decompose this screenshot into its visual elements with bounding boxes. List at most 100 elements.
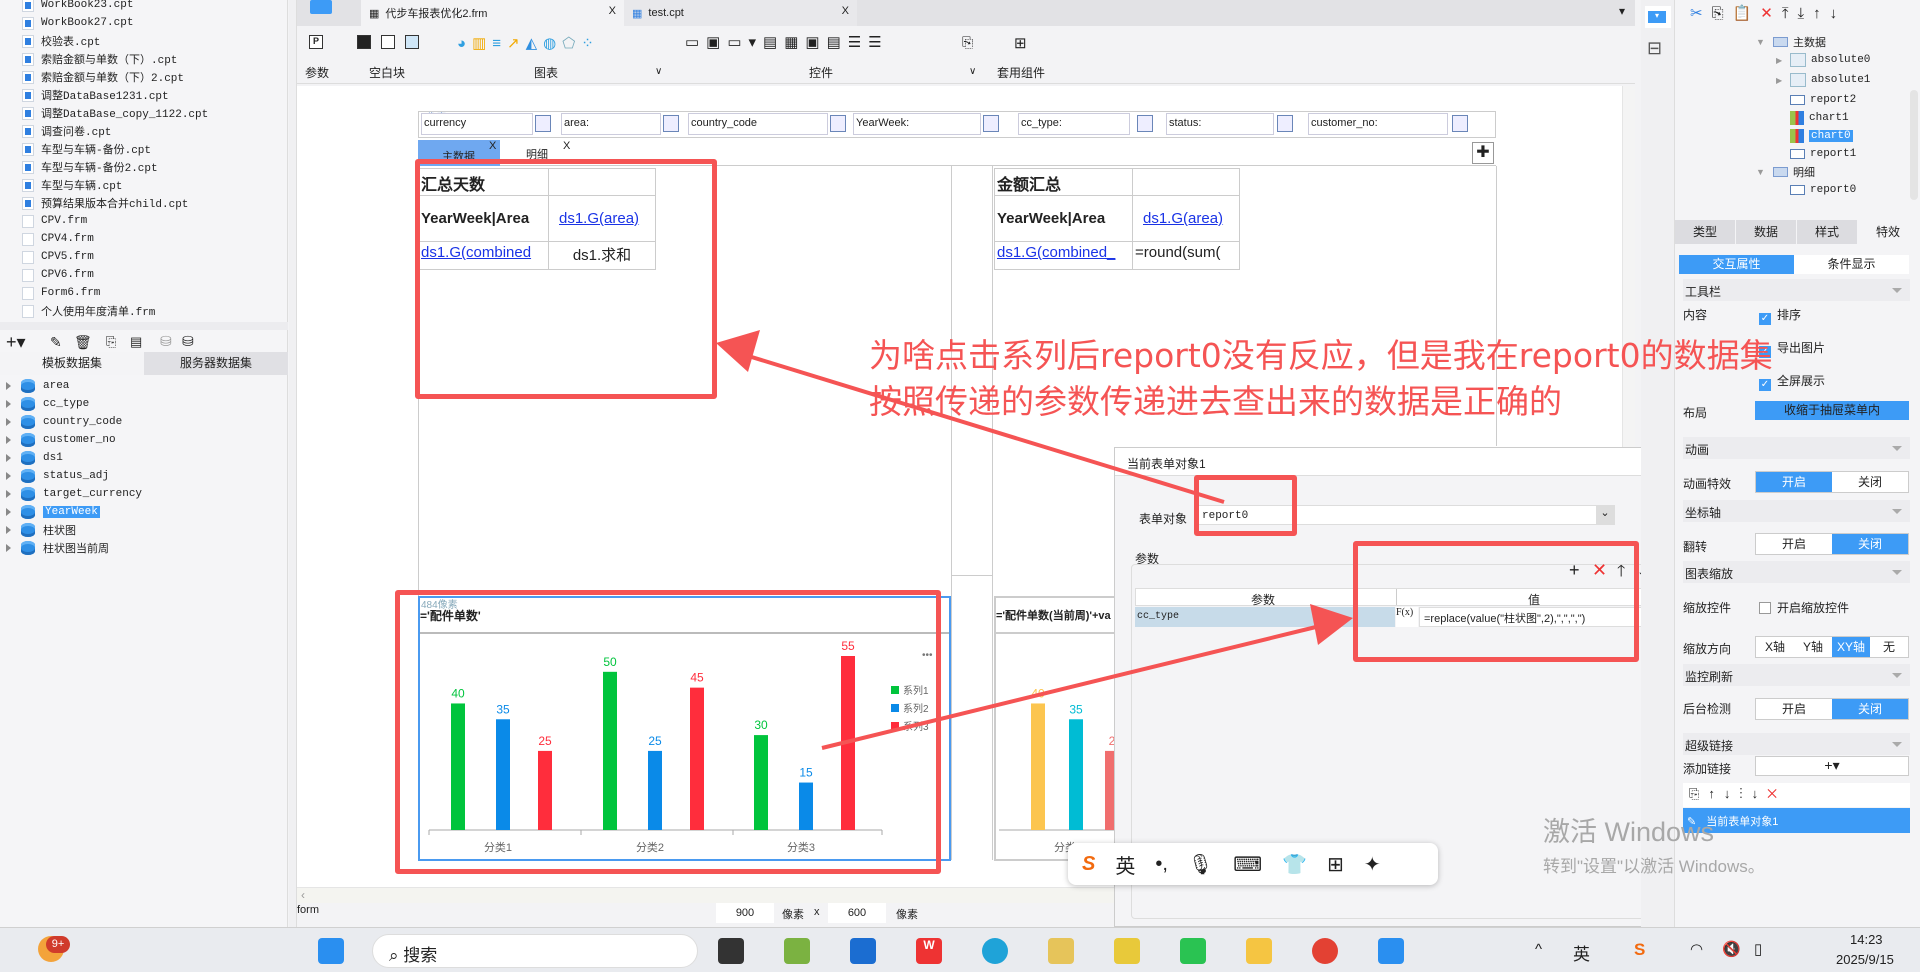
tab-menu-icon[interactable]: ▾: [1619, 4, 1625, 18]
blank-block-icon[interactable]: [357, 35, 371, 49]
param-label-yearweek[interactable]: YearWeek:: [853, 113, 981, 135]
height-input[interactable]: 600: [828, 903, 886, 923]
file-item[interactable]: CPV4.frm: [22, 230, 94, 248]
tab-block-icon[interactable]: [405, 35, 419, 49]
delete-icon[interactable]: ✕: [1767, 786, 1786, 801]
param-label-customer[interactable]: customer_no:: [1308, 113, 1448, 135]
flip-toggle[interactable]: 开启 关闭: [1755, 533, 1909, 555]
file-item[interactable]: CPV.frm: [22, 212, 87, 230]
combo-icon[interactable]: [1452, 115, 1468, 132]
finereport-icon[interactable]: [1378, 938, 1404, 964]
expand-icon[interactable]: [6, 436, 11, 444]
expand-icon[interactable]: [6, 508, 11, 516]
report2-title-cell[interactable]: 金额汇总: [994, 168, 1133, 196]
bar-chart-icon[interactable]: ▥: [472, 35, 492, 52]
radar-chart-icon[interactable]: ⬠: [562, 35, 581, 52]
move-bottom-icon[interactable]: ⁝↓: [1739, 786, 1767, 801]
dataset-item[interactable]: status_adj: [6, 467, 109, 485]
move-down-icon[interactable]: ↓: [1830, 5, 1847, 22]
punctuation-icon[interactable]: •,: [1155, 853, 1168, 876]
section-animation[interactable]: 动画: [1683, 437, 1910, 459]
file-item[interactable]: 车型与车辆-备份2.cpt: [22, 158, 158, 176]
prop-tab[interactable]: 类型: [1675, 220, 1735, 244]
ime-lang-toggle[interactable]: 英: [1115, 850, 1135, 879]
wechat-icon[interactable]: [1180, 938, 1206, 964]
tree-node[interactable]: absolute0: [1790, 52, 1870, 68]
file-item[interactable]: 索赔金额与单数（下）2.cpt: [22, 68, 184, 86]
file-item[interactable]: CPV5.frm: [22, 248, 94, 266]
tree-node[interactable]: chart1: [1790, 110, 1849, 126]
chart1-plot[interactable]: 40352分类1: [994, 634, 1114, 860]
hbar-chart-icon[interactable]: ≡: [492, 35, 507, 52]
dataset-item[interactable]: country_code: [6, 413, 122, 431]
move-down-icon[interactable]: ↓: [1724, 786, 1740, 801]
expand-icon[interactable]: [6, 472, 11, 480]
chevron-down-icon[interactable]: ∨: [969, 66, 976, 77]
expand-icon[interactable]: [6, 400, 11, 408]
gauge-chart-icon[interactable]: ◍: [543, 35, 562, 52]
delete-icon[interactable]: ✕: [1760, 5, 1782, 22]
move-top-icon[interactable]: ⤒: [1782, 5, 1798, 22]
report2-data-cell[interactable]: ds1.G(combined_: [994, 241, 1133, 270]
dir-xy[interactable]: XY轴: [1832, 637, 1870, 657]
tray-lang[interactable]: 英: [1573, 940, 1590, 965]
cut-icon[interactable]: ✂: [1690, 5, 1712, 22]
file-item[interactable]: 调整DataBase_copy_1122.cpt: [22, 104, 208, 122]
dataset-item[interactable]: ds1: [6, 449, 63, 467]
add-dataset-icon[interactable]: +▾: [6, 332, 26, 353]
animation-toggle[interactable]: 开启 关闭: [1755, 471, 1909, 493]
delete-icon[interactable]: 🗑: [74, 334, 92, 351]
tree-node[interactable]: absolute1: [1790, 72, 1870, 88]
add-link-button[interactable]: +▾: [1755, 756, 1909, 776]
report2-data-cell[interactable]: =round(sum(: [1132, 241, 1240, 270]
dataset-item[interactable]: YearWeek: [6, 503, 100, 521]
toggle-on[interactable]: 开启: [1756, 534, 1832, 554]
prop-tab[interactable]: 数据: [1736, 220, 1796, 244]
param-label-status[interactable]: status:: [1166, 113, 1274, 135]
file-item[interactable]: Form6.frm: [22, 284, 100, 302]
layout-icon[interactable]: ⊟: [1647, 38, 1662, 59]
copy-icon[interactable]: ⎘: [1712, 5, 1733, 22]
search-box[interactable]: ⌕ 搜索: [372, 934, 698, 968]
param-label-currency[interactable]: currency: [421, 113, 533, 135]
subtab-condition[interactable]: 条件显示: [1794, 255, 1909, 274]
prop-tab[interactable]: 样式: [1797, 220, 1857, 244]
server-dataset-icon[interactable]: ▤: [130, 334, 142, 350]
doc-tab-frm[interactable]: ▦ 代步车报表优化2.frm X: [361, 0, 624, 26]
combo-icon[interactable]: [1277, 115, 1293, 132]
edit-icon[interactable]: ✎: [50, 334, 62, 351]
chrome-icon[interactable]: [1312, 938, 1338, 964]
zoom-ctrl-checkbox[interactable]: 开启缩放控件: [1759, 599, 1849, 616]
report2-header-cell[interactable]: YearWeek|Area: [994, 195, 1133, 242]
combo-icon[interactable]: [535, 115, 551, 132]
keyboard-icon[interactable]: ⌨: [1233, 852, 1262, 877]
clock-date[interactable]: 2025/9/15: [1836, 952, 1894, 967]
close-icon[interactable]: X: [563, 140, 570, 152]
db-run-icon[interactable]: ⛁: [160, 333, 172, 350]
scatter-chart-icon[interactable]: ⁘: [581, 35, 600, 52]
mic-icon[interactable]: 🎙: [1188, 852, 1213, 877]
dir-x[interactable]: X轴: [1756, 637, 1794, 657]
section-zoom[interactable]: 图表缩放: [1683, 561, 1910, 583]
expand-icon[interactable]: [6, 544, 11, 552]
param-label-country[interactable]: country_code: [688, 113, 828, 135]
doc-tab-cpt[interactable]: ▦ test.cpt X: [624, 0, 857, 26]
expand-icon[interactable]: [6, 526, 11, 534]
close-icon[interactable]: X: [842, 5, 849, 17]
report2-header-cell[interactable]: ds1.G(area): [1132, 195, 1240, 242]
toggle-on[interactable]: 开启: [1756, 472, 1832, 492]
app-icon[interactable]: [784, 938, 810, 964]
battery-icon[interactable]: ▯: [1754, 940, 1762, 958]
zoom-dir-toggle[interactable]: X轴 Y轴 XY轴无: [1755, 636, 1909, 658]
edge-icon[interactable]: [982, 938, 1008, 964]
file-item[interactable]: WorkBook27.cpt: [22, 14, 133, 32]
tree-node[interactable]: report2: [1790, 92, 1856, 108]
expand-icon[interactable]: [6, 490, 11, 498]
widget-icons[interactable]: ▭▣▭▾▤▦▣▤☰☰: [685, 33, 889, 51]
app-icon[interactable]: [1048, 938, 1074, 964]
close-icon[interactable]: X: [609, 5, 616, 17]
task-view-icon[interactable]: [718, 938, 744, 964]
wifi-icon[interactable]: ◠: [1690, 940, 1703, 958]
tray-expand-icon[interactable]: ^: [1535, 941, 1542, 958]
file-item[interactable]: 车型与车辆-备份.cpt: [22, 140, 151, 158]
